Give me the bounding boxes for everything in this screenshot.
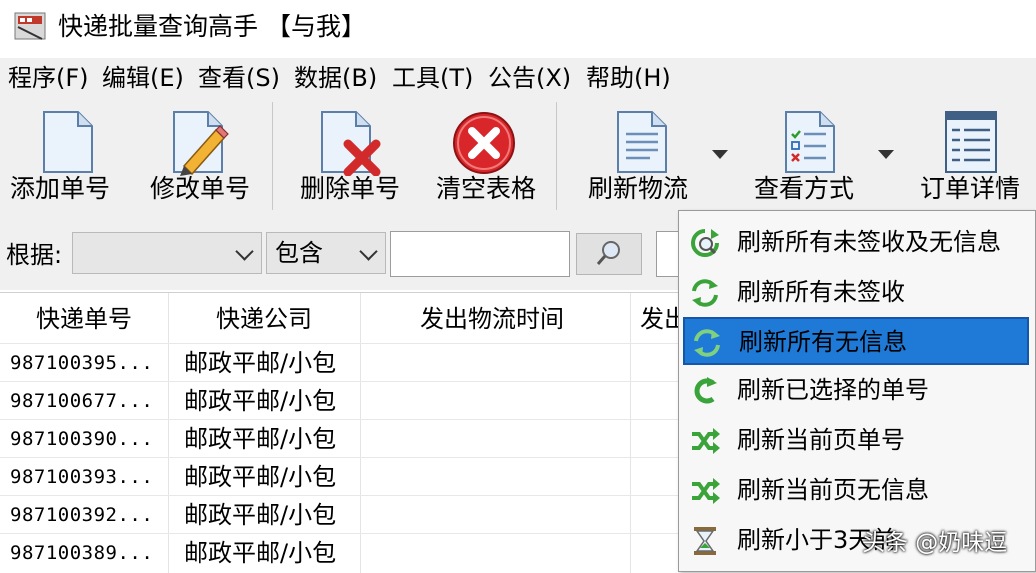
app-logo-icon [14,11,46,43]
view-mode-button[interactable]: 查看方式 [752,98,894,216]
toolbar: 添加单号 修改单号 删除单号 清空表格 刷新物流 查看方式 订单详情 [0,98,1036,222]
menu-item-label: 刷新当前页单号 [737,426,905,454]
keyword-input[interactable] [390,231,570,277]
column-header-send-time[interactable]: 发出物流时间 [420,293,564,345]
tracking-number-cell: 987100390... [10,428,154,450]
menu-refresh-current-page[interactable]: 刷新当前页单号 [683,417,1029,465]
column-header-company[interactable]: 快递公司 [216,293,312,345]
clear-x-circle-icon [452,110,516,176]
toolbar-separator [272,102,273,210]
chevron-down-icon[interactable] [878,150,894,159]
order-list-icon [940,110,1004,176]
delete-document-icon [318,110,382,177]
menu-item-label: 刷新当前页无信息 [737,476,929,504]
menu-item-label: 刷新所有无信息 [739,328,907,356]
company-cell: 邮政平邮/小包 [184,349,337,377]
chevron-down-icon[interactable] [712,150,728,159]
delete-number-button[interactable]: 删除单号 [294,98,402,216]
company-cell: 邮政平邮/小包 [184,425,337,453]
logistics-list-icon [610,110,674,176]
add-number-label: 添加单号 [10,174,111,203]
order-detail-label: 订单详情 [920,174,1021,203]
menu-data[interactable]: 数据(B) [294,62,377,94]
chevron-down-icon [235,242,254,261]
menu-refresh-unsigned[interactable]: 刷新所有未签收 [683,269,1029,317]
menu-refresh-current-page-noinfo[interactable]: 刷新当前页无信息 [683,467,1029,515]
tracking-number-cell: 987100392... [10,504,154,526]
shuffle-icon [689,475,721,507]
shuffle-icon [689,425,721,457]
menu-item-label: 刷新所有未签收 [737,278,905,306]
menu-edit[interactable]: 编辑(E) [102,62,184,94]
tracking-number-cell: 987100393... [10,466,154,488]
edit-number-label: 修改单号 [150,174,251,203]
company-cell: 邮政平邮/小包 [184,387,337,415]
company-cell: 邮政平邮/小包 [184,463,337,491]
clear-table-label: 清空表格 [436,174,537,203]
checklist-icon [778,110,842,176]
basis-label: 根据: [6,241,63,269]
menu-bar: 程序(F) 编辑(E) 查看(S) 数据(B) 工具(T) 公告(X) 帮助(H… [0,58,1036,98]
refresh-search-icon [689,227,721,259]
tracking-number-cell: 987100389... [10,542,154,564]
edit-document-icon [166,110,230,176]
menu-view[interactable]: 查看(S) [198,62,280,94]
order-detail-button[interactable]: 订单详情 [918,98,1028,216]
chevron-down-icon [359,242,378,261]
view-mode-label: 查看方式 [754,174,855,203]
company-cell: 邮政平邮/小包 [184,501,337,529]
column-header-tracking-no[interactable]: 快递单号 [36,293,132,345]
title-bar: 快递批量查询高手 【与我】 [0,0,1036,58]
document-icon [36,110,100,176]
hourglass-icon [689,525,721,557]
refresh-logistics-label: 刷新物流 [588,174,689,203]
search-icon [596,241,620,265]
refresh-logistics-button[interactable]: 刷新物流 [584,98,728,216]
clear-table-button[interactable]: 清空表格 [432,98,540,216]
menu-tools[interactable]: 工具(T) [392,62,473,94]
add-number-button[interactable]: 添加单号 [6,98,114,216]
company-cell: 邮政平邮/小包 [184,539,337,567]
tracking-number-cell: 987100395... [10,352,154,374]
window-title: 快递批量查询高手 【与我】 [58,12,366,41]
menu-refresh-unsigned-and-noinfo[interactable]: 刷新所有未签收及无信息 [683,219,1029,267]
refresh-cycle-icon [691,327,723,359]
menu-help[interactable]: 帮助(H) [586,62,671,94]
menu-refresh-noinfo[interactable]: 刷新所有无信息 [683,317,1029,365]
menu-item-label: 刷新已选择的单号 [737,376,929,404]
toolbar-separator [556,102,557,210]
delete-number-label: 删除单号 [300,174,401,203]
menu-item-label: 刷新所有未签收及无信息 [737,228,1001,256]
watermark-text: 头条 @奶味逗 [862,530,1008,556]
menu-program[interactable]: 程序(F) [8,62,89,94]
condition-select[interactable]: 包含 [266,232,386,274]
refresh-cycle-icon [689,277,721,309]
tracking-number-cell: 987100677... [10,390,154,412]
refresh-back-icon [689,375,721,407]
condition-select-value: 包含 [275,239,323,267]
menu-notice[interactable]: 公告(X) [488,62,571,94]
edit-number-button[interactable]: 修改单号 [146,98,254,216]
field-select[interactable] [72,232,262,274]
search-button[interactable] [576,233,642,275]
refresh-dropdown-menu: 刷新所有未签收及无信息 刷新所有未签收 刷新所有无信息 刷新已选择的单号 刷新当… [678,210,1036,572]
menu-refresh-selected[interactable]: 刷新已选择的单号 [683,367,1029,415]
